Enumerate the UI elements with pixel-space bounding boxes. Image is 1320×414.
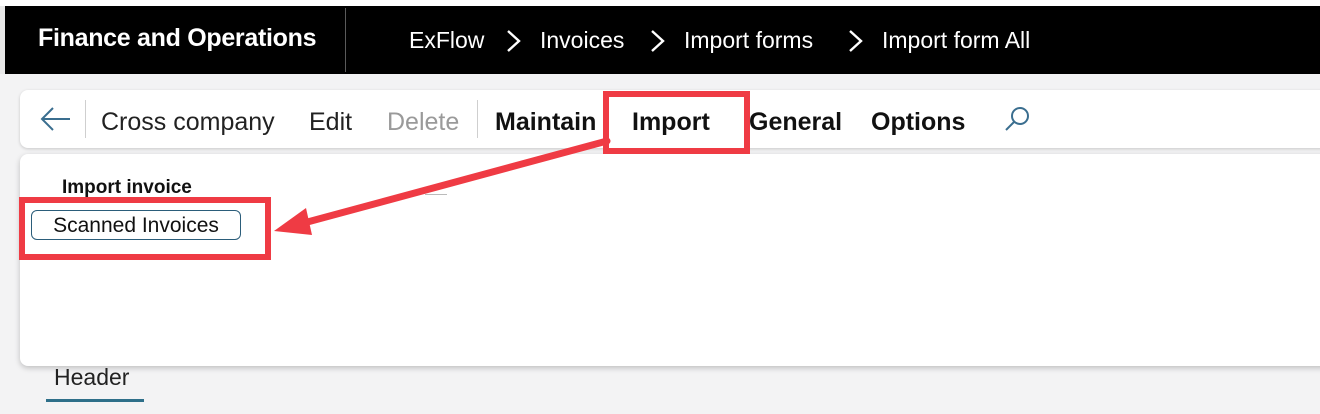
title-separator (345, 8, 346, 72)
import-flyout-panel: Import invoice Scanned Invoices (20, 154, 1320, 366)
chevron-right-icon (849, 30, 863, 52)
tab-header[interactable]: Header (54, 364, 129, 391)
breadcrumb-import-forms[interactable]: Import forms (684, 27, 813, 54)
chevron-right-icon (651, 30, 665, 52)
action-separator (477, 100, 478, 138)
search-icon[interactable] (1002, 104, 1032, 134)
import-invoice-group-label: Import invoice (62, 177, 192, 198)
top-nav-bar: Finance and Operations ExFlow Invoices I… (0, 0, 1320, 74)
edit-button[interactable]: Edit (309, 108, 352, 137)
group-divider (425, 194, 447, 195)
action-separator (85, 100, 86, 138)
tab-options[interactable]: Options (871, 108, 965, 137)
delete-button[interactable]: Delete (387, 108, 459, 137)
breadcrumb-exflow[interactable]: ExFlow (409, 27, 484, 54)
chevron-right-icon (507, 30, 521, 52)
breadcrumb-import-form-all: Import form All (882, 27, 1031, 53)
tab-general[interactable]: General (749, 108, 842, 137)
header-tab-indicator (46, 399, 144, 402)
app-title[interactable]: Finance and Operations (38, 24, 316, 53)
tab-maintain[interactable]: Maintain (495, 108, 596, 137)
breadcrumb-invoices[interactable]: Invoices (540, 27, 624, 54)
back-arrow-icon[interactable] (38, 104, 72, 134)
nav-accent (0, 6, 5, 74)
import-highlight-box (603, 91, 750, 154)
scanned-invoices-highlight-box (19, 197, 271, 260)
cross-company-button[interactable]: Cross company (101, 108, 275, 137)
